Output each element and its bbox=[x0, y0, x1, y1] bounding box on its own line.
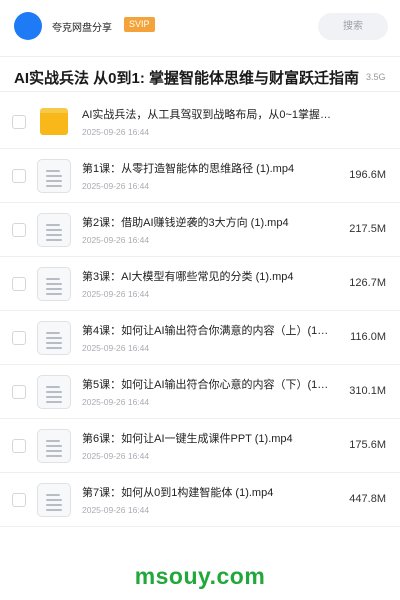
item-name: AI实战兵法，从工具驾驭到战略布局，从0~1掌握… bbox=[82, 109, 332, 121]
list-item[interactable]: 第6课：如何让AI一键生成课件PPT (1).mp4 2025-09-26 16… bbox=[0, 419, 400, 473]
document-icon bbox=[37, 267, 71, 301]
folder-icon bbox=[40, 108, 68, 135]
list-item[interactable]: 第3课：AI大模型有哪些常见的分类 (1).mp4 2025-09-26 16:… bbox=[0, 257, 400, 311]
svip-badge: SVIP bbox=[124, 17, 155, 32]
item-size: 217.5M bbox=[349, 223, 386, 235]
item-date: 2025-09-26 16:44 bbox=[82, 235, 150, 245]
item-size: 196.6M bbox=[349, 169, 386, 181]
item-size: 126.7M bbox=[349, 277, 386, 289]
item-date: 2025-09-26 16:44 bbox=[82, 343, 150, 353]
list-item[interactable]: 第5课：如何让AI输出符合你心意的内容（下）(1… 2025-09-26 16:… bbox=[0, 365, 400, 419]
list-item[interactable]: 第4课：如何让AI输出符合你满意的内容（上）(1… 2025-09-26 16:… bbox=[0, 311, 400, 365]
item-checkbox[interactable] bbox=[12, 385, 26, 399]
item-date: 2025-09-26 16:44 bbox=[82, 289, 150, 299]
header-bar: 夸克网盘分享 SVIP 搜索 bbox=[0, 0, 400, 52]
item-date: 2025-09-26 16:44 bbox=[82, 505, 150, 515]
list-item[interactable]: 第7课：如何从0到1构建智能体 (1).mp4 2025-09-26 16:44… bbox=[0, 473, 400, 527]
item-size: 447.8M bbox=[349, 493, 386, 505]
item-name: 第1课：从零打造智能体的思维路径 (1).mp4 bbox=[82, 163, 295, 175]
list-item[interactable]: 第1课：从零打造智能体的思维路径 (1).mp4 2025-09-26 16:4… bbox=[0, 149, 400, 203]
item-size: 175.6M bbox=[349, 439, 386, 451]
item-name: 第6课：如何让AI一键生成课件PPT (1).mp4 bbox=[82, 433, 293, 445]
item-checkbox[interactable] bbox=[12, 169, 26, 183]
document-icon bbox=[37, 483, 71, 517]
document-icon bbox=[37, 213, 71, 247]
item-checkbox[interactable] bbox=[12, 331, 26, 345]
file-list: AI实战兵法，从工具驾驭到战略布局，从0~1掌握… 2025-09-26 16:… bbox=[0, 95, 400, 527]
document-icon bbox=[37, 375, 71, 409]
folder-title: AI实战兵法 从0到1: 掌握智能体思维与财富跃迁指南 bbox=[14, 70, 360, 87]
item-size: 310.1M bbox=[349, 385, 386, 397]
document-icon bbox=[37, 429, 71, 463]
item-checkbox[interactable] bbox=[12, 277, 26, 291]
item-size: 116.0M bbox=[350, 331, 386, 343]
watermark-text: msouy.com bbox=[134, 563, 266, 589]
item-checkbox[interactable] bbox=[12, 439, 26, 453]
item-date: 2025-09-26 16:44 bbox=[82, 397, 150, 407]
item-checkbox[interactable] bbox=[12, 223, 26, 237]
folder-size: 3.5G bbox=[366, 72, 386, 82]
list-item[interactable]: 第2课：借助AI赚钱逆袭的3大方向 (1).mp4 2025-09-26 16:… bbox=[0, 203, 400, 257]
item-date: 2025-09-26 16:44 bbox=[82, 451, 150, 461]
item-checkbox[interactable] bbox=[12, 493, 26, 507]
item-date: 2025-09-26 16:44 bbox=[82, 127, 150, 137]
item-name: 第7课：如何从0到1构建智能体 (1).mp4 bbox=[82, 487, 274, 499]
item-checkbox[interactable] bbox=[12, 115, 26, 129]
search-button[interactable]: 搜索 bbox=[318, 13, 388, 40]
document-icon bbox=[37, 321, 71, 355]
item-name: 第3课：AI大模型有哪些常见的分类 (1).mp4 bbox=[82, 271, 294, 283]
item-name: 第2课：借助AI赚钱逆袭的3大方向 (1).mp4 bbox=[82, 217, 289, 229]
folder-title-row: AI实战兵法 从0到1: 掌握智能体思维与财富跃迁指南 3.5G bbox=[0, 56, 400, 92]
share-owner-name: 夸克网盘分享 bbox=[52, 23, 112, 34]
list-item[interactable]: AI实战兵法，从工具驾驭到战略布局，从0~1掌握… 2025-09-26 16:… bbox=[0, 95, 400, 149]
avatar[interactable] bbox=[14, 12, 42, 40]
item-date: 2025-09-26 16:44 bbox=[82, 181, 150, 191]
document-icon bbox=[37, 159, 71, 193]
